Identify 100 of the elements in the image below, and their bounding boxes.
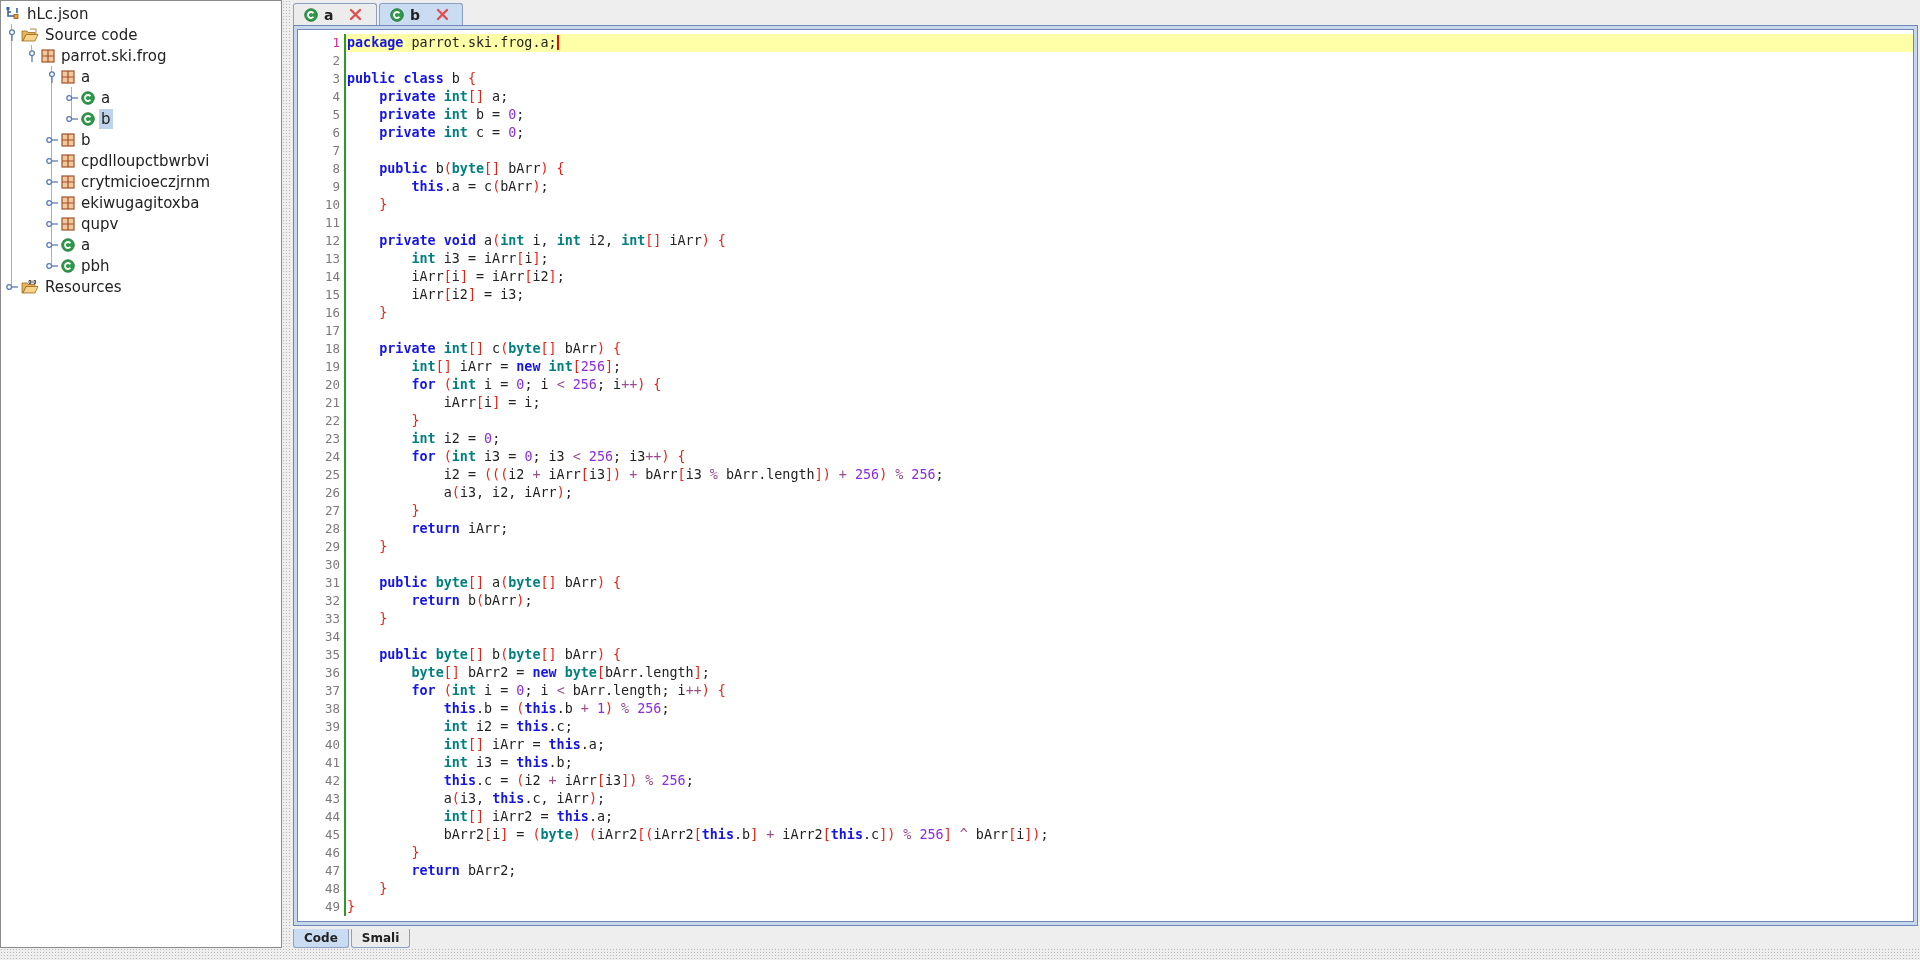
- line-number: 46: [323, 844, 341, 862]
- line-number: 21: [323, 394, 341, 412]
- line-number: 17: [323, 322, 341, 340]
- collapse-handle-icon[interactable]: [7, 28, 17, 41]
- line-number: 7: [331, 142, 341, 160]
- expand-handle-icon[interactable]: [66, 92, 78, 103]
- line-number: 27: [323, 502, 341, 520]
- line-number: 26: [323, 484, 341, 502]
- code-line: public byte[] b(byte[] bArr) {: [344, 646, 1913, 664]
- tree-item[interactable]: cpdlloupctbwrbvi: [79, 150, 212, 171]
- line-number: 25: [323, 466, 341, 484]
- line-number: 18: [323, 340, 341, 358]
- package-icon: [61, 132, 75, 147]
- tree-item[interactable]: pbh: [79, 255, 112, 276]
- line-number: 22: [323, 412, 341, 430]
- expand-handle-icon[interactable]: [46, 218, 58, 229]
- line-number: 30: [323, 556, 341, 574]
- line-number: 32: [323, 592, 341, 610]
- line-number: 38: [323, 700, 341, 718]
- code-line: int[] iArr = this.a;: [344, 736, 1913, 754]
- tree-item[interactable]: Resources: [43, 276, 124, 297]
- class-icon: [81, 90, 95, 105]
- line-number: 39: [323, 718, 341, 736]
- code-line: private int[] c(byte[] bArr) {: [344, 340, 1913, 358]
- line-number: 37: [323, 682, 341, 700]
- code-line: int[] iArr = new int[256];: [344, 358, 1913, 376]
- line-number: 43: [323, 790, 341, 808]
- code-line: private int[] a;: [344, 88, 1913, 106]
- line-number: 33: [323, 610, 341, 628]
- expand-handle-icon[interactable]: [46, 260, 58, 271]
- view-tab[interactable]: Code: [293, 929, 349, 948]
- expand-handle-icon[interactable]: [46, 197, 58, 208]
- code-line: private int c = 0;: [344, 124, 1913, 142]
- class-icon: [304, 7, 318, 22]
- code-line: int i3 = this.b;: [344, 754, 1913, 772]
- code-line: iArr[i] = i;: [344, 394, 1913, 412]
- editor-tab[interactable]: a: [293, 3, 377, 25]
- code-line: }: [344, 538, 1913, 556]
- line-number: 24: [323, 448, 341, 466]
- code-line: }: [344, 880, 1913, 898]
- line-number: 40: [323, 736, 341, 754]
- expand-handle-icon[interactable]: [46, 239, 58, 250]
- tree-item[interactable]: crytmicioeczjrnm: [79, 171, 213, 192]
- package-icon: [41, 48, 55, 63]
- tree-item[interactable]: hLc.json: [25, 3, 91, 24]
- tree-item[interactable]: a: [79, 234, 93, 255]
- line-number: 45: [323, 826, 341, 844]
- expand-handle-icon[interactable]: [46, 134, 58, 145]
- code-line: this.b = (this.b + 1) % 256;: [344, 700, 1913, 718]
- code-line: this.c = (i2 + iArr[i3]) % 256;: [344, 772, 1913, 790]
- line-number: 12: [323, 232, 341, 250]
- tree-item[interactable]: ekiwugagitoxba: [79, 192, 202, 213]
- view-tab[interactable]: Smali: [350, 929, 411, 948]
- line-number: 48: [323, 880, 341, 898]
- tree-item[interactable]: a: [99, 87, 113, 108]
- tree-item[interactable]: qupv: [79, 213, 121, 234]
- tree-item[interactable]: parrot.ski.frog: [59, 45, 169, 66]
- tree-item[interactable]: b: [79, 129, 93, 150]
- code-line: }: [344, 196, 1913, 214]
- package-icon: [61, 69, 75, 84]
- line-number: 47: [323, 862, 341, 880]
- expand-handle-icon[interactable]: [66, 113, 78, 124]
- open-folder-icon: [21, 278, 39, 295]
- project-icon: [5, 5, 21, 22]
- line-number: 29: [323, 538, 341, 556]
- line-number: 34: [323, 628, 341, 646]
- collapse-handle-icon[interactable]: [27, 49, 37, 62]
- close-tab-button[interactable]: [349, 8, 363, 21]
- code-line: for (int i = 0; i < 256; i++) {: [344, 376, 1913, 394]
- code-line: return iArr;: [344, 520, 1913, 538]
- code-line: public byte[] a(byte[] bArr) {: [344, 574, 1913, 592]
- tree-item[interactable]: Source code: [43, 24, 140, 45]
- line-number: 15: [323, 286, 341, 304]
- line-number: 6: [331, 124, 341, 142]
- code-line: }: [344, 844, 1913, 862]
- close-tab-button[interactable]: [436, 8, 450, 21]
- line-number: 3: [331, 70, 341, 88]
- collapse-handle-icon[interactable]: [47, 70, 57, 83]
- code-line: return b(bArr);: [344, 592, 1913, 610]
- expand-handle-icon[interactable]: [46, 155, 58, 166]
- editor-tab[interactable]: b: [379, 3, 463, 25]
- code-line: byte[] bArr2 = new byte[bArr.length];: [344, 664, 1913, 682]
- package-icon: [61, 153, 75, 168]
- line-number: 35: [323, 646, 341, 664]
- class-icon: [61, 237, 75, 252]
- line-number: 19: [323, 358, 341, 376]
- expand-handle-icon[interactable]: [6, 281, 18, 292]
- tree-item[interactable]: b: [99, 108, 113, 129]
- line-number: 44: [323, 808, 341, 826]
- tree-item[interactable]: a: [79, 66, 93, 87]
- line-number: 28: [323, 520, 341, 538]
- code-line: }: [344, 610, 1913, 628]
- expand-handle-icon[interactable]: [46, 176, 58, 187]
- code-line: int i2 = this.c;: [344, 718, 1913, 736]
- code-line: private int b = 0;: [344, 106, 1913, 124]
- code-line: a(i3, this.c, iArr);: [344, 790, 1913, 808]
- line-number: 1: [331, 34, 341, 52]
- code-line: int[] iArr2 = this.a;: [344, 808, 1913, 826]
- code-line: return bArr2;: [344, 862, 1913, 880]
- code-line: }: [344, 898, 1913, 916]
